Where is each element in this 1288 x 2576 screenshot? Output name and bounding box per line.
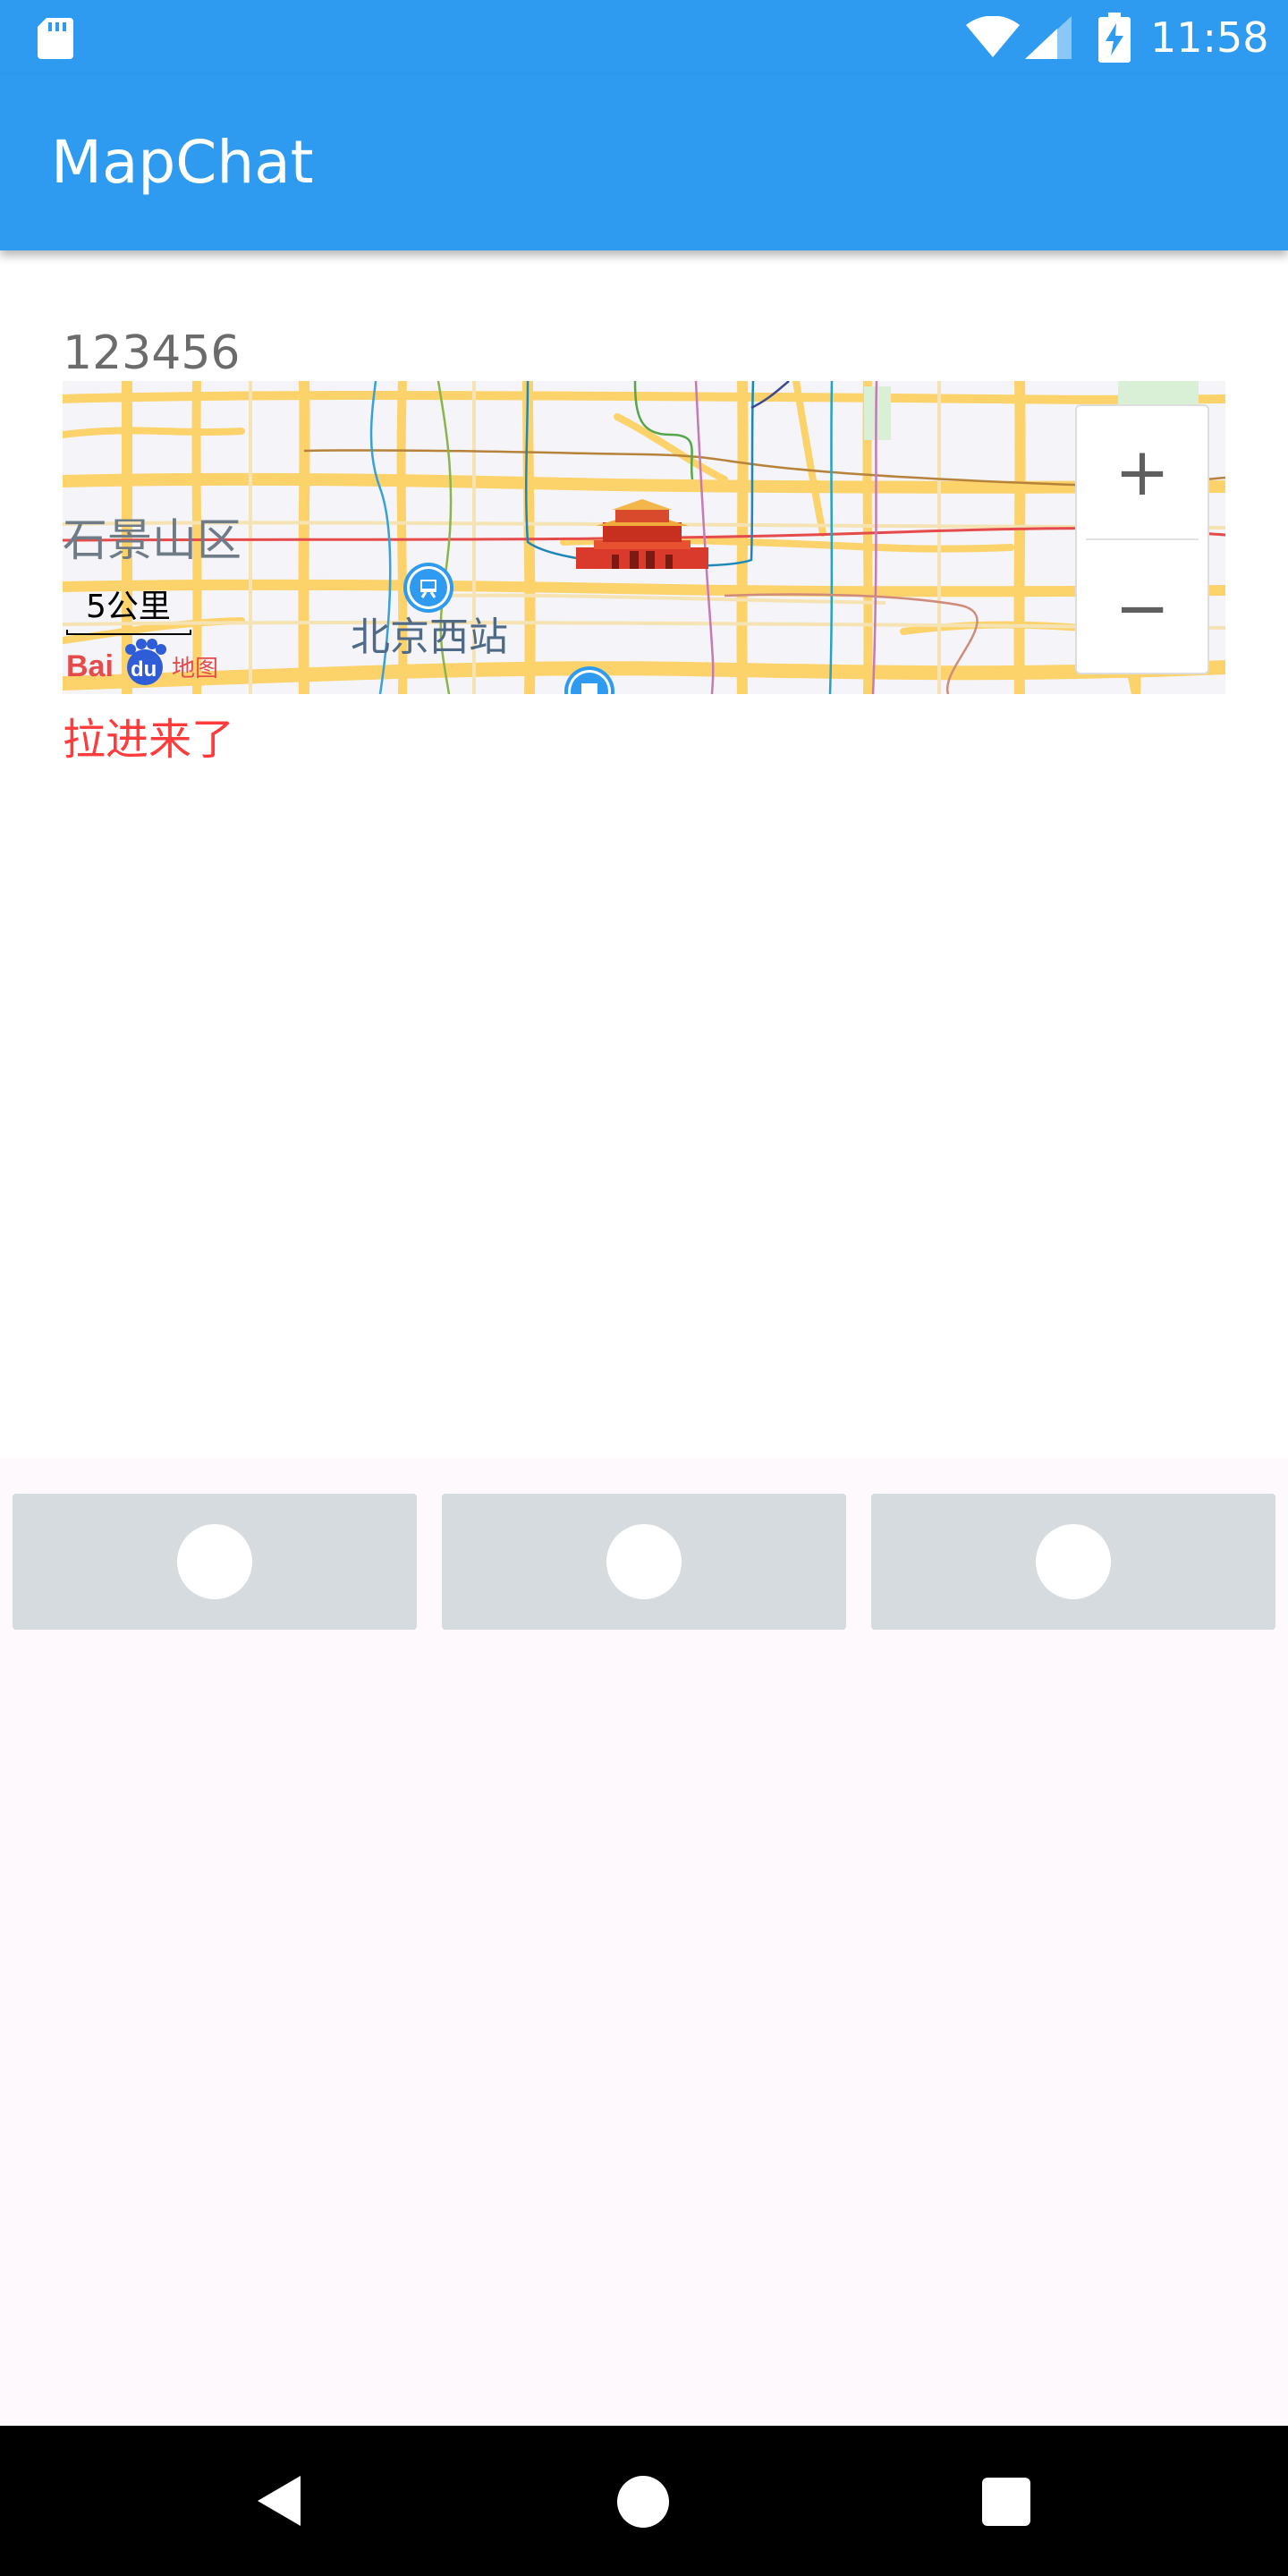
main-content: 123456 石景山区 北京西站 5公里 Bai du 地图 + − 拉进来了 <box>0 250 1288 1530</box>
sd-card-icon <box>38 18 73 59</box>
tab-1[interactable] <box>13 1494 417 1630</box>
circle-icon <box>606 1524 682 1599</box>
home-icon[interactable] <box>617 2476 669 2528</box>
svg-text:du: du <box>131 657 157 682</box>
baidu-map-logo: Bai du 地图 <box>66 639 218 685</box>
battery-charging-icon <box>1098 13 1131 63</box>
zoom-in-button[interactable]: + <box>1077 406 1208 538</box>
railway-station-icon[interactable] <box>402 562 454 614</box>
wifi-icon <box>966 16 1020 57</box>
status-time: 11:58 <box>1150 13 1269 62</box>
navigation-bar <box>0 2426 1288 2576</box>
zoom-control: + − <box>1075 404 1209 674</box>
tab-3[interactable] <box>871 1494 1275 1630</box>
svg-text:地图: 地图 <box>172 656 218 682</box>
top-text: 123456 <box>63 326 241 380</box>
zoom-divider <box>1086 538 1199 540</box>
app-title: MapChat <box>51 128 314 197</box>
status-bar: 11:58 <box>0 0 1288 75</box>
recents-icon[interactable] <box>982 2478 1030 2526</box>
cell-signal-icon <box>1025 16 1072 59</box>
map-label-district: 石景山区 <box>63 514 242 566</box>
tiananmen-landmark-icon[interactable] <box>576 496 708 569</box>
map-scale-label: 5公里 <box>86 589 171 625</box>
bottom-tab-area <box>0 1458 1288 2424</box>
status-message: 拉进来了 <box>63 715 235 765</box>
svg-text:Bai: Bai <box>66 649 114 683</box>
back-icon[interactable] <box>252 2472 308 2529</box>
zoom-out-button[interactable]: − <box>1077 542 1208 674</box>
app-bar: MapChat <box>0 75 1288 250</box>
map-scale-bar <box>66 630 191 635</box>
tab-2[interactable] <box>442 1494 846 1630</box>
circle-icon <box>1036 1524 1111 1599</box>
map-view[interactable]: 石景山区 北京西站 5公里 Bai du 地图 + − <box>63 381 1225 694</box>
railway-station-icon[interactable] <box>564 665 615 694</box>
map-label-station: 北京西站 <box>351 614 508 660</box>
circle-icon <box>177 1524 252 1599</box>
